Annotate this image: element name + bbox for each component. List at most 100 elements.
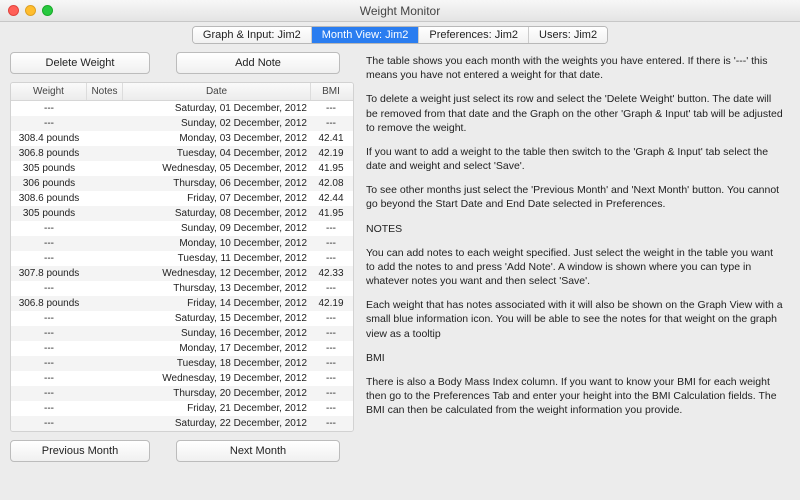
help-heading-notes: NOTES: [366, 222, 784, 236]
table-row[interactable]: 308.4 poundsMonday, 03 December, 201242.…: [11, 131, 353, 146]
table-row[interactable]: 305 pounds Saturday, 08 December, 201241.…: [11, 206, 353, 221]
help-text: There is also a Body Mass Index column. …: [366, 375, 784, 418]
table-header: Weight Notes Date BMI: [11, 83, 353, 101]
cell-notes: [87, 296, 123, 311]
cell-notes: [87, 401, 123, 416]
cell-notes: [87, 206, 123, 221]
tab-users[interactable]: Users: Jim2: [529, 27, 607, 43]
help-text: Each weight that has notes associated wi…: [366, 298, 784, 341]
cell-notes: [87, 176, 123, 191]
cell-weight: 308.6 pounds: [11, 191, 87, 206]
tab-segmented-control: Graph & Input: Jim2 Month View: Jim2 Pre…: [192, 26, 608, 44]
table-row[interactable]: ---Tuesday, 18 December, 2012---: [11, 356, 353, 371]
tab-graph-input[interactable]: Graph & Input: Jim2: [193, 27, 312, 43]
cell-weight: ---: [11, 281, 87, 296]
table-row[interactable]: ---Sunday, 09 December, 2012---: [11, 221, 353, 236]
zoom-icon[interactable]: [42, 5, 53, 16]
window-title: Weight Monitor: [360, 4, 440, 18]
weights-table[interactable]: Weight Notes Date BMI ---Saturday, 01 De…: [10, 82, 354, 432]
table-row[interactable]: ---Saturday, 15 December, 2012---: [11, 311, 353, 326]
table-row[interactable]: ---Wednesday, 19 December, 2012---: [11, 371, 353, 386]
cell-weight: 305 pounds: [11, 206, 87, 221]
cell-date: Monday, 03 December, 2012: [123, 131, 311, 146]
col-date[interactable]: Date: [123, 83, 311, 100]
table-row[interactable]: 305 pounds Wednesday, 05 December, 201241…: [11, 161, 353, 176]
cell-notes: [87, 386, 123, 401]
cell-weight: 306.8 pounds: [11, 296, 87, 311]
cell-bmi: ---: [311, 116, 351, 131]
next-month-button[interactable]: Next Month: [176, 440, 340, 462]
cell-weight: ---: [11, 236, 87, 251]
previous-month-button[interactable]: Previous Month: [10, 440, 150, 462]
cell-weight: ---: [11, 416, 87, 431]
cell-bmi: ---: [311, 281, 351, 296]
close-icon[interactable]: [8, 5, 19, 16]
cell-notes: [87, 326, 123, 341]
help-text: The table shows you each month with the …: [366, 54, 784, 82]
cell-notes: [87, 146, 123, 161]
cell-notes: [87, 416, 123, 431]
cell-weight: ---: [11, 356, 87, 371]
cell-bmi: ---: [311, 101, 351, 116]
cell-date: Friday, 14 December, 2012: [123, 296, 311, 311]
cell-weight: ---: [11, 101, 87, 116]
cell-notes: [87, 191, 123, 206]
cell-notes: [87, 281, 123, 296]
cell-bmi: 41.95: [311, 206, 351, 221]
add-note-button[interactable]: Add Note: [176, 52, 340, 74]
table-row[interactable]: ---Saturday, 01 December, 2012---: [11, 101, 353, 116]
table-row[interactable]: 306.8 poundsTuesday, 04 December, 201242…: [11, 146, 353, 161]
col-notes[interactable]: Notes: [87, 83, 123, 100]
cell-bmi: 41.95: [311, 161, 351, 176]
cell-weight: ---: [11, 386, 87, 401]
cell-weight: ---: [11, 341, 87, 356]
help-heading-bmi: BMI: [366, 351, 784, 365]
table-row[interactable]: ---Saturday, 22 December, 2012---: [11, 416, 353, 431]
cell-bmi: 42.41: [311, 131, 351, 146]
cell-bmi: 42.08: [311, 176, 351, 191]
cell-bmi: ---: [311, 356, 351, 371]
help-text: To see other months just select the 'Pre…: [366, 183, 784, 211]
tab-month-view[interactable]: Month View: Jim2: [312, 27, 420, 43]
cell-date: Thursday, 06 December, 2012: [123, 176, 311, 191]
table-row[interactable]: 306.8 poundsFriday, 14 December, 201242.…: [11, 296, 353, 311]
table-row[interactable]: ---Monday, 10 December, 2012---: [11, 236, 353, 251]
cell-date: Thursday, 13 December, 2012: [123, 281, 311, 296]
tab-bar: Graph & Input: Jim2 Month View: Jim2 Pre…: [0, 22, 800, 50]
table-row[interactable]: ---Friday, 21 December, 2012---: [11, 401, 353, 416]
cell-date: Sunday, 02 December, 2012: [123, 116, 311, 131]
cell-date: Sunday, 09 December, 2012: [123, 221, 311, 236]
col-bmi[interactable]: BMI: [311, 83, 351, 100]
table-row[interactable]: 307.8 poundsWednesday, 12 December, 2012…: [11, 266, 353, 281]
cell-weight: ---: [11, 251, 87, 266]
cell-weight: ---: [11, 326, 87, 341]
table-row[interactable]: 306 poundsThursday, 06 December, 201242.…: [11, 176, 353, 191]
help-text: To delete a weight just select its row a…: [366, 92, 784, 135]
cell-weight: 307.8 pounds: [11, 266, 87, 281]
cell-weight: 305 pounds: [11, 161, 87, 176]
cell-bmi: ---: [311, 401, 351, 416]
cell-bmi: ---: [311, 311, 351, 326]
cell-notes: [87, 236, 123, 251]
cell-date: Tuesday, 04 December, 2012: [123, 146, 311, 161]
cell-date: Tuesday, 11 December, 2012: [123, 251, 311, 266]
table-row[interactable]: ---Sunday, 16 December, 2012---: [11, 326, 353, 341]
cell-date: Friday, 21 December, 2012: [123, 401, 311, 416]
cell-weight: ---: [11, 401, 87, 416]
minimize-icon[interactable]: [25, 5, 36, 16]
help-text: You can add notes to each weight specifi…: [366, 246, 784, 289]
cell-date: Saturday, 22 December, 2012: [123, 416, 311, 431]
table-row[interactable]: ---Sunday, 02 December, 2012---: [11, 116, 353, 131]
table-row[interactable]: ---Monday, 17 December, 2012---: [11, 341, 353, 356]
cell-date: Saturday, 08 December, 2012: [123, 206, 311, 221]
cell-date: Tuesday, 18 December, 2012: [123, 356, 311, 371]
cell-bmi: ---: [311, 341, 351, 356]
col-weight[interactable]: Weight: [11, 83, 87, 100]
cell-date: Wednesday, 05 December, 2012: [123, 161, 311, 176]
delete-weight-button[interactable]: Delete Weight: [10, 52, 150, 74]
tab-preferences[interactable]: Preferences: Jim2: [419, 27, 529, 43]
table-row[interactable]: ---Tuesday, 11 December, 2012---: [11, 251, 353, 266]
table-row[interactable]: ---Thursday, 20 December, 2012---: [11, 386, 353, 401]
table-row[interactable]: 308.6 poundsFriday, 07 December, 201242.…: [11, 191, 353, 206]
table-row[interactable]: ---Thursday, 13 December, 2012---: [11, 281, 353, 296]
